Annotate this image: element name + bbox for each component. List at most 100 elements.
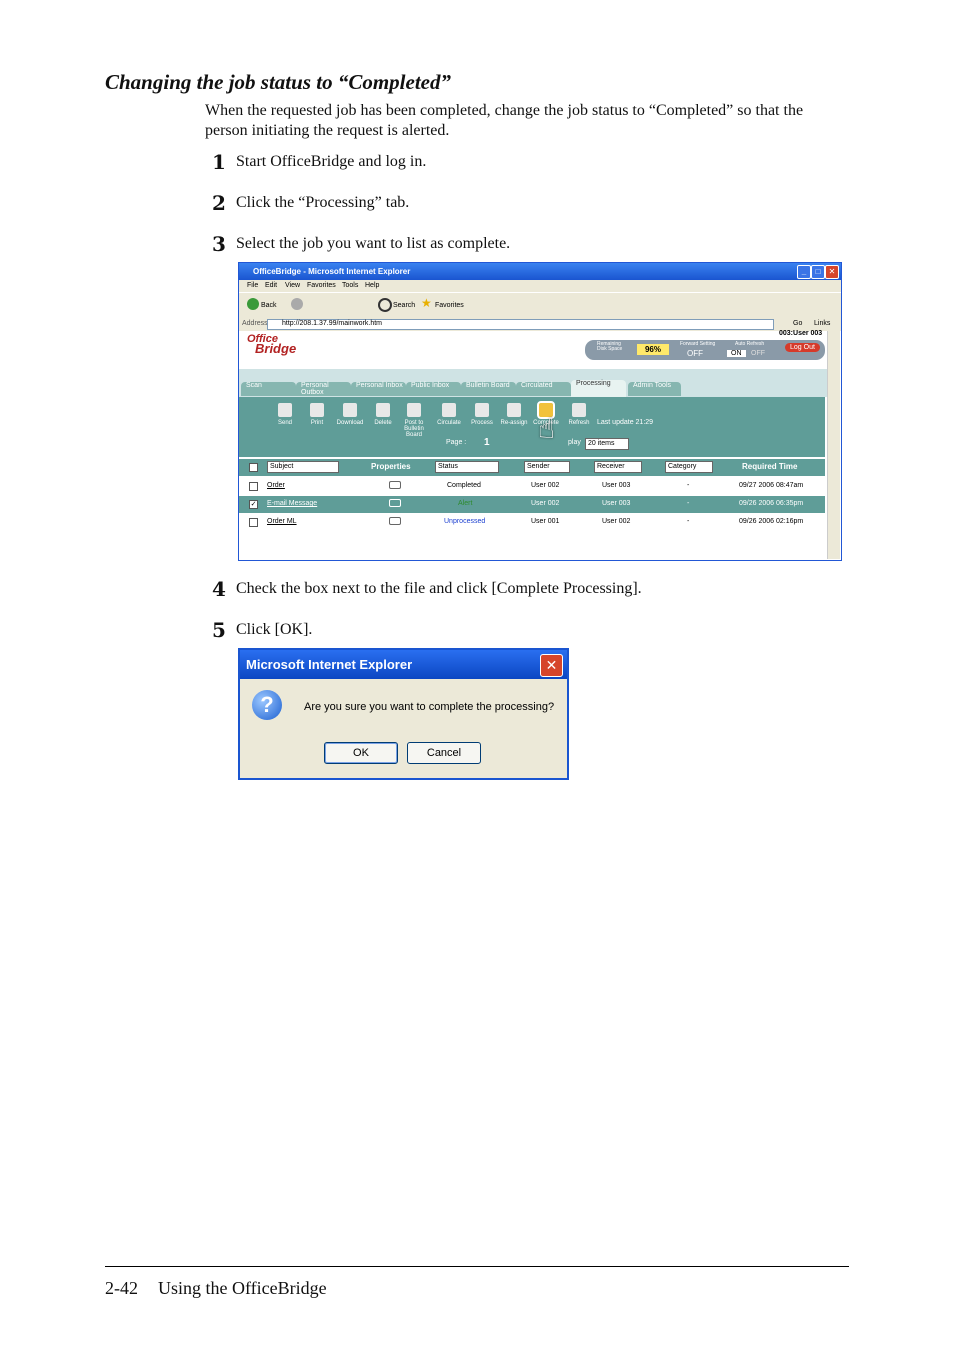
- ok-button[interactable]: OK: [324, 742, 398, 764]
- select-all-checkbox[interactable]: [249, 463, 258, 472]
- step-number: 4: [212, 577, 226, 601]
- row-checkbox-checked[interactable]: ✓: [249, 500, 258, 509]
- page-number-label: 2-42: [105, 1278, 138, 1298]
- receiver-column-select[interactable]: Receiver: [594, 461, 642, 473]
- refresh-label: Refresh: [568, 420, 590, 426]
- page-number[interactable]: 1: [484, 437, 490, 448]
- properties-icon[interactable]: [389, 499, 401, 507]
- auto-refresh-on[interactable]: ON: [727, 350, 746, 357]
- sender-column-select[interactable]: Sender: [524, 461, 570, 473]
- circulate-button[interactable]: Circulate: [435, 397, 463, 426]
- tab-admin-tools[interactable]: Admin Tools: [628, 382, 681, 396]
- row-subject[interactable]: E-mail Message: [267, 500, 317, 507]
- favorites-button[interactable]: Favorites: [435, 302, 464, 309]
- row-sender: User 001: [531, 518, 560, 525]
- download-button[interactable]: Download: [336, 397, 364, 426]
- row-checkbox[interactable]: [249, 518, 258, 527]
- print-button[interactable]: Print: [303, 397, 331, 426]
- forward-icon[interactable]: [291, 298, 303, 310]
- logout-button[interactable]: Log Out: [785, 343, 820, 352]
- address-input[interactable]: http://208.1.37.99/mainwork.htm: [267, 319, 774, 330]
- properties-header: Properties: [371, 462, 411, 471]
- row-time: 09/26 2006 02:16pm: [739, 518, 804, 525]
- menu-view[interactable]: View: [285, 282, 300, 289]
- step-number: 2: [212, 191, 226, 215]
- close-icon[interactable]: ✕: [825, 265, 839, 279]
- table-row[interactable]: ✓ E-mail Message Alert User 002 User 003…: [239, 496, 825, 513]
- post-label: Post to Bulletin Board: [404, 420, 424, 438]
- table-header: Subject Properties Status Sender Receive…: [239, 459, 825, 476]
- circulate-icon: [442, 403, 456, 417]
- tab-public-inbox[interactable]: Public Inbox: [406, 382, 461, 396]
- cancel-button[interactable]: Cancel: [407, 742, 481, 764]
- print-label: Print: [310, 420, 324, 426]
- category-column-select[interactable]: Category: [665, 461, 713, 473]
- refresh-button[interactable]: Refresh: [565, 397, 593, 426]
- menu-tools[interactable]: Tools: [342, 282, 358, 289]
- back-button[interactable]: Back: [261, 302, 277, 309]
- properties-icon[interactable]: [389, 517, 401, 525]
- vertical-scrollbar[interactable]: [827, 331, 840, 559]
- menu-edit[interactable]: Edit: [265, 282, 277, 289]
- user-label: 003:User 003: [779, 330, 823, 337]
- display-label: play: [568, 439, 581, 446]
- send-button[interactable]: Send: [271, 397, 299, 426]
- maximize-icon[interactable]: □: [811, 265, 825, 279]
- properties-icon[interactable]: [389, 481, 401, 489]
- post-bulletin-button[interactable]: Post to Bulletin Board: [400, 397, 428, 438]
- row-receiver: User 003: [602, 500, 631, 507]
- address-label: Address: [242, 320, 268, 327]
- auto-refresh-off[interactable]: OFF: [751, 350, 765, 357]
- search-icon[interactable]: [378, 298, 392, 312]
- back-icon[interactable]: [247, 298, 259, 310]
- question-icon: ?: [252, 690, 282, 720]
- row-category: -: [687, 482, 690, 489]
- row-time: 09/27 2006 08:47am: [739, 482, 804, 489]
- print-icon: [310, 403, 324, 417]
- table-row[interactable]: Order ML Unprocessed User 001 User 002 -…: [239, 514, 825, 531]
- tab-scan[interactable]: Scan: [241, 382, 296, 396]
- tab-personal-inbox[interactable]: Personal Inbox: [351, 382, 406, 396]
- table-row[interactable]: Order Completed User 002 User 003 - 09/2…: [239, 478, 825, 495]
- send-label: Send: [277, 420, 292, 426]
- menu-help[interactable]: Help: [365, 282, 379, 289]
- disk-value: 96%: [637, 344, 669, 355]
- search-button[interactable]: Search: [393, 302, 415, 309]
- process-button[interactable]: Process: [468, 397, 496, 426]
- close-icon[interactable]: ✕: [540, 654, 563, 677]
- row-subject[interactable]: Order ML: [267, 518, 297, 525]
- tab-bulletin-board[interactable]: Bulletin Board: [461, 382, 516, 396]
- row-subject[interactable]: Order: [267, 482, 285, 489]
- auto-refresh-label: Auto Refresh: [735, 341, 765, 347]
- delete-label: Delete: [374, 420, 392, 426]
- delete-button[interactable]: Delete: [369, 397, 397, 426]
- process-icon: [475, 403, 489, 417]
- process-label: Process: [471, 420, 493, 426]
- required-time-header: Required Time: [742, 462, 798, 471]
- address-bar: Address http://208.1.37.99/mainwork.htm …: [239, 317, 841, 331]
- reassign-button[interactable]: Re-assign: [500, 397, 528, 426]
- links-label[interactable]: Links: [814, 320, 830, 327]
- menu-file[interactable]: File: [247, 282, 258, 289]
- status-column-select[interactable]: Status: [435, 461, 499, 473]
- tab-personal-outbox[interactable]: Personal Outbox: [296, 382, 351, 396]
- forward-value[interactable]: OFF: [687, 349, 703, 358]
- row-sender: User 002: [531, 500, 560, 507]
- tab-processing[interactable]: Processing: [571, 380, 626, 397]
- status-panel: Remaining Disk Space 96% Forward Setting…: [585, 340, 825, 360]
- command-area: Send Print Download Delete Post to Bulle…: [239, 397, 825, 457]
- tab-bar: Scan Personal Outbox Personal Inbox Publ…: [239, 369, 827, 397]
- items-per-page-select[interactable]: 20 items: [585, 438, 629, 450]
- step-number: 1: [212, 150, 226, 174]
- row-checkbox[interactable]: [249, 482, 258, 491]
- star-icon[interactable]: ★: [421, 296, 432, 310]
- page-label: Page :: [446, 439, 467, 446]
- menu-favorites[interactable]: Favorites: [307, 282, 336, 289]
- go-button[interactable]: Go: [793, 320, 802, 327]
- row-receiver: User 002: [602, 518, 631, 525]
- footer-divider: [105, 1266, 849, 1267]
- minimize-icon[interactable]: _: [797, 265, 811, 279]
- tab-circulated[interactable]: Circulated: [516, 382, 571, 396]
- subject-column-select[interactable]: Subject: [267, 461, 339, 473]
- menu-bar: File Edit View Favorites Tools Help: [239, 280, 841, 292]
